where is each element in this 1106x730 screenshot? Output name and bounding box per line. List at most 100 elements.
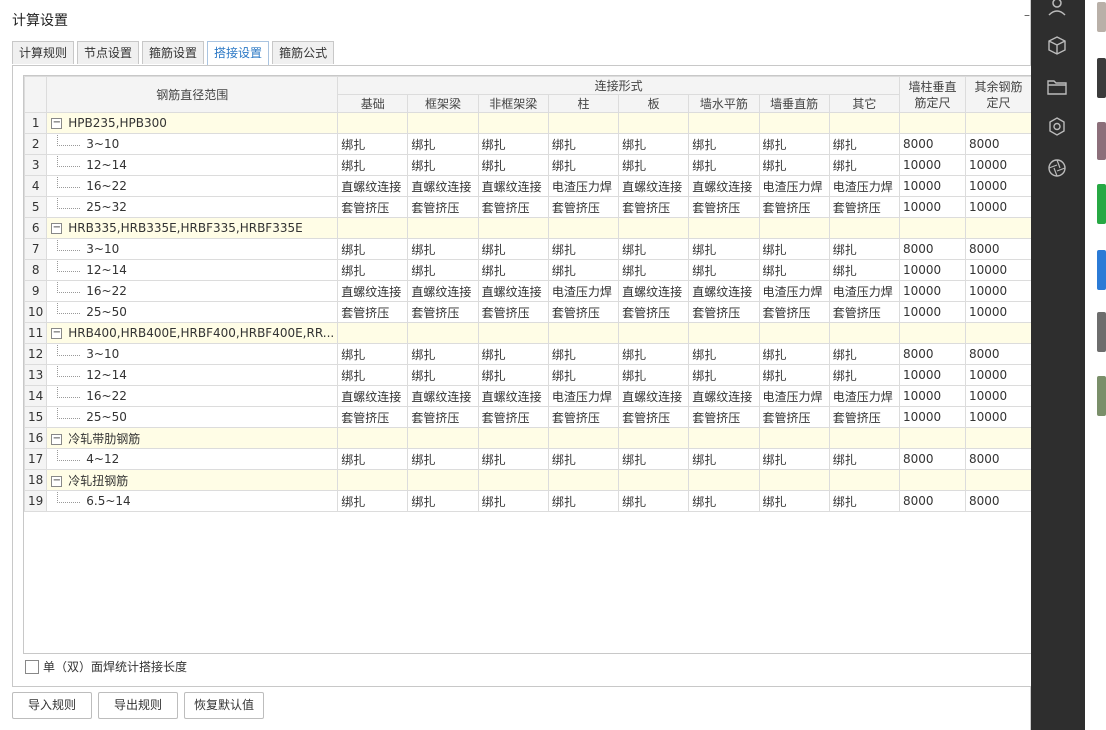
- connection-cell[interactable]: 绑扎: [688, 490, 760, 512]
- connection-cell[interactable]: 电渣压力焊: [758, 280, 830, 302]
- connection-cell[interactable]: 绑扎: [337, 343, 409, 365]
- other-length-cell[interactable]: 10000: [964, 364, 1032, 386]
- cube-icon[interactable]: [1046, 35, 1068, 57]
- table-row[interactable]: 15 25~50 套管挤压 套管挤压 套管挤压 套管挤压 套管挤压 套管挤压 套管挤压 套管挤压 1…: [24, 406, 1032, 428]
- connection-cell[interactable]: [688, 217, 760, 239]
- group-name-cell[interactable]: − HPB235,HPB300: [46, 112, 339, 134]
- connection-cell[interactable]: 套管挤压: [337, 406, 409, 428]
- collapse-toggle-icon[interactable]: −: [51, 328, 63, 339]
- connection-cell[interactable]: [758, 112, 830, 134]
- connection-cell[interactable]: [758, 427, 830, 449]
- connection-cell[interactable]: 绑扎: [618, 364, 690, 386]
- connection-cell[interactable]: 绑扎: [758, 343, 830, 365]
- connection-cell[interactable]: 套管挤压: [477, 196, 549, 218]
- group-name-cell[interactable]: − 冷轧带肋钢筋: [46, 427, 339, 449]
- table-row[interactable]: 10 25~50 套管挤压 套管挤压 套管挤压 套管挤压 套管挤压 套管挤压 套管挤压 套管挤压 1…: [24, 301, 1032, 323]
- connection-cell[interactable]: [407, 112, 479, 134]
- connection-cell[interactable]: 绑扎: [758, 490, 830, 512]
- wall-length-cell[interactable]: 8000: [898, 343, 966, 365]
- connection-cell[interactable]: 绑扎: [477, 133, 549, 155]
- connection-cell[interactable]: 绑扎: [688, 154, 760, 176]
- table-row[interactable]: 2 3~10 绑扎 绑扎 绑扎 绑扎 绑扎 绑扎 绑扎 绑扎 8000 8000: [24, 133, 1032, 155]
- diameter-range-cell[interactable]: 12~14: [46, 259, 339, 281]
- connection-cell[interactable]: [828, 427, 900, 449]
- other-length-cell[interactable]: 10000: [964, 385, 1032, 407]
- connection-cell[interactable]: 绑扎: [618, 343, 690, 365]
- connection-cell[interactable]: 套管挤压: [477, 406, 549, 428]
- connection-cell[interactable]: 绑扎: [337, 238, 409, 260]
- connection-cell[interactable]: 电渣压力焊: [758, 175, 830, 197]
- connection-cell[interactable]: 套管挤压: [688, 301, 760, 323]
- aperture-icon[interactable]: [1046, 157, 1068, 179]
- connection-cell[interactable]: [828, 112, 900, 134]
- connection-cell[interactable]: 绑扎: [547, 154, 620, 176]
- connection-cell[interactable]: 套管挤压: [828, 406, 900, 428]
- connection-cell[interactable]: 套管挤压: [758, 301, 830, 323]
- connection-cell[interactable]: 直螺纹连接: [477, 385, 549, 407]
- connection-cell[interactable]: [618, 112, 690, 134]
- connection-cell[interactable]: 绑扎: [618, 133, 690, 155]
- connection-cell[interactable]: 绑扎: [477, 259, 549, 281]
- connection-cell[interactable]: [547, 322, 620, 344]
- connection-cell[interactable]: 绑扎: [337, 154, 409, 176]
- diameter-range-cell[interactable]: 3~10: [46, 343, 339, 365]
- diameter-range-cell[interactable]: 25~50: [46, 301, 339, 323]
- connection-cell[interactable]: [828, 322, 900, 344]
- connection-cell[interactable]: 绑扎: [688, 364, 760, 386]
- connection-cell[interactable]: [828, 217, 900, 239]
- connection-cell[interactable]: 直螺纹连接: [688, 280, 760, 302]
- connection-cell[interactable]: 绑扎: [828, 364, 900, 386]
- wall-length-cell[interactable]: 8000: [898, 238, 966, 260]
- connection-cell[interactable]: 绑扎: [477, 448, 549, 470]
- diameter-range-cell[interactable]: 16~22: [46, 385, 339, 407]
- wall-length-cell[interactable]: 10000: [898, 175, 966, 197]
- user-icon[interactable]: [1046, 0, 1068, 18]
- connection-cell[interactable]: 绑扎: [407, 448, 479, 470]
- connection-cell[interactable]: 绑扎: [688, 238, 760, 260]
- connection-cell[interactable]: [758, 322, 830, 344]
- connection-cell[interactable]: 直螺纹连接: [618, 175, 690, 197]
- connection-cell[interactable]: 套管挤压: [688, 406, 760, 428]
- connection-cell[interactable]: 绑扎: [618, 448, 690, 470]
- folder-icon[interactable]: [1046, 76, 1068, 98]
- connection-cell[interactable]: [477, 217, 549, 239]
- table-row[interactable]: 7 3~10 绑扎 绑扎 绑扎 绑扎 绑扎 绑扎 绑扎 绑扎 8000 8000: [24, 238, 1032, 260]
- wall-length-cell[interactable]: [898, 427, 966, 449]
- connection-cell[interactable]: 套管挤压: [618, 406, 690, 428]
- connection-cell[interactable]: 绑扎: [618, 259, 690, 281]
- connection-cell[interactable]: [688, 427, 760, 449]
- wall-length-cell[interactable]: 10000: [898, 385, 966, 407]
- export-rules-button[interactable]: 导出规则: [98, 692, 178, 719]
- connection-cell[interactable]: 直螺纹连接: [688, 175, 760, 197]
- other-length-cell[interactable]: 10000: [964, 301, 1032, 323]
- other-length-cell[interactable]: 10000: [964, 259, 1032, 281]
- connection-cell[interactable]: 绑扎: [688, 343, 760, 365]
- wall-length-cell[interactable]: 8000: [898, 133, 966, 155]
- connection-cell[interactable]: [547, 112, 620, 134]
- connection-cell[interactable]: 直螺纹连接: [477, 280, 549, 302]
- connection-cell[interactable]: 绑扎: [477, 343, 549, 365]
- connection-cell[interactable]: 绑扎: [407, 154, 479, 176]
- other-length-cell[interactable]: 8000: [964, 133, 1032, 155]
- connection-cell[interactable]: [407, 217, 479, 239]
- wall-length-cell[interactable]: [898, 217, 966, 239]
- connection-cell[interactable]: 套管挤压: [758, 196, 830, 218]
- diameter-range-cell[interactable]: 12~14: [46, 364, 339, 386]
- connection-cell[interactable]: 电渣压力焊: [547, 175, 620, 197]
- connection-cell[interactable]: 直螺纹连接: [407, 385, 479, 407]
- connection-cell[interactable]: 绑扎: [618, 238, 690, 260]
- connection-cell[interactable]: 绑扎: [547, 364, 620, 386]
- connection-cell[interactable]: [547, 469, 620, 491]
- connection-cell[interactable]: 绑扎: [688, 133, 760, 155]
- collapse-toggle-icon[interactable]: −: [51, 433, 63, 445]
- connection-cell[interactable]: 绑扎: [828, 490, 900, 512]
- connection-cell[interactable]: 绑扎: [407, 343, 479, 365]
- connection-cell[interactable]: [688, 469, 760, 491]
- table-row[interactable]: 3 12~14 绑扎 绑扎 绑扎 绑扎 绑扎 绑扎 绑扎 绑扎 10000 10000: [24, 154, 1032, 176]
- connection-cell[interactable]: 电渣压力焊: [828, 280, 900, 302]
- connection-cell[interactable]: 电渣压力焊: [828, 175, 900, 197]
- table-row[interactable]: 13 12~14 绑扎 绑扎 绑扎 绑扎 绑扎 绑扎 绑扎 绑扎 10000 10000: [24, 364, 1032, 386]
- table-row[interactable]: 8 12~14 绑扎 绑扎 绑扎 绑扎 绑扎 绑扎 绑扎 绑扎 10000 10000: [24, 259, 1032, 281]
- connection-cell[interactable]: [828, 469, 900, 491]
- table-row[interactable]: 19 6.5~14 绑扎 绑扎 绑扎 绑扎 绑扎 绑扎 绑扎 绑扎 8000 8000: [24, 490, 1032, 512]
